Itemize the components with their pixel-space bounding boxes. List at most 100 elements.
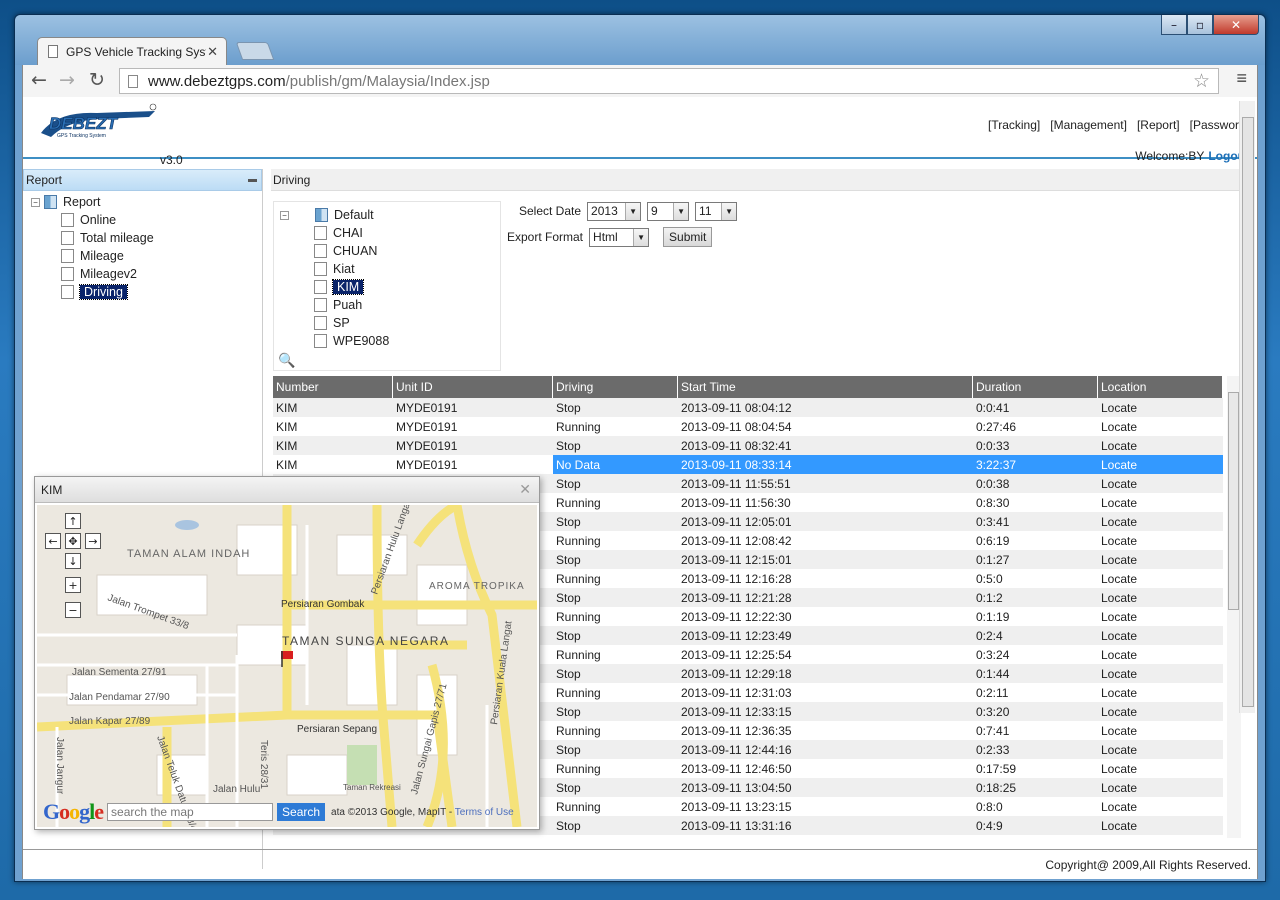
magnifier-icon[interactable]: 🔍 xyxy=(278,352,295,369)
collapse-icon[interactable] xyxy=(248,178,257,182)
reload-icon[interactable]: ↻ xyxy=(89,69,105,91)
table-row[interactable]: KIM MYDE0191 No Data 2013-09-11 08:33:14 3:2… xyxy=(273,455,1223,474)
locate-link[interactable]: Locate xyxy=(1098,607,1223,626)
locate-link[interactable]: Locate xyxy=(1098,816,1223,835)
menu-icon[interactable]: ≡ xyxy=(1236,68,1247,89)
locate-link[interactable]: Locate xyxy=(1098,512,1223,531)
map-search-button[interactable]: Search xyxy=(277,803,326,821)
locate-link[interactable]: Locate xyxy=(1098,569,1223,588)
vehicle-item[interactable]: WPE9088 xyxy=(274,332,500,350)
pan-down-icon[interactable]: ↓ xyxy=(65,553,81,569)
menu-tracking[interactable]: [Tracking] xyxy=(988,118,1040,132)
back-icon[interactable]: ← xyxy=(31,69,47,91)
locate-link[interactable]: Locate xyxy=(1098,778,1223,797)
address-bar[interactable]: www.debeztgps.com/publish/gm/Malaysia/In… xyxy=(119,68,1219,94)
menu-management[interactable]: [Management] xyxy=(1050,118,1127,132)
page-scrollbar[interactable] xyxy=(1239,101,1255,713)
locate-link[interactable]: Locate xyxy=(1098,740,1223,759)
month-select[interactable]: 9 ▼ xyxy=(647,201,690,221)
locate-link[interactable]: Locate xyxy=(1098,436,1223,455)
tree-root-report[interactable]: − Report xyxy=(31,193,262,211)
locate-link[interactable]: Locate xyxy=(1098,398,1223,417)
scroll-thumb[interactable] xyxy=(1228,392,1239,610)
table-row[interactable]: KIM MYDE0191 Stop 2013-09-11 08:04:12 0:0:41… xyxy=(273,398,1223,417)
table-cell: Running xyxy=(556,495,601,510)
terms-link[interactable]: Terms of Use xyxy=(455,807,514,818)
locate-link[interactable]: Locate xyxy=(1098,455,1223,474)
menu-report[interactable]: [Report] xyxy=(1137,118,1180,132)
table-cell: 2013-09-11 12:29:18 xyxy=(681,666,792,681)
map-view[interactable]: TAMAN ALAM INDAH Jalan Trompet 33/8 Pers… xyxy=(37,505,537,827)
pan-up-icon[interactable]: ↑ xyxy=(65,513,81,529)
scroll-thumb[interactable] xyxy=(1242,117,1254,707)
locate-link[interactable]: Locate xyxy=(1098,683,1223,702)
pan-right-icon[interactable]: → xyxy=(85,533,101,549)
col-driving[interactable]: Driving xyxy=(553,376,678,398)
pan-center-icon[interactable]: ✥ xyxy=(65,533,81,549)
sidebar-item-online[interactable]: Online xyxy=(31,211,262,229)
vehicle-item[interactable]: Puah xyxy=(274,296,500,314)
locate-link[interactable]: Locate xyxy=(1098,664,1223,683)
table-cell: Running xyxy=(556,799,601,814)
col-location[interactable]: Location xyxy=(1098,376,1223,398)
vehicle-item[interactable]: KIM xyxy=(274,278,500,296)
year-select[interactable]: 2013 ▼ xyxy=(587,201,642,221)
url-host: www.debeztgps.com xyxy=(148,72,286,90)
submit-button[interactable]: Submit xyxy=(663,227,713,247)
locate-link[interactable]: Locate xyxy=(1098,474,1223,493)
new-tab-button[interactable] xyxy=(235,42,275,60)
table-cell: MYDE0191 xyxy=(396,419,458,434)
sidebar-item-total-mileage[interactable]: Total mileage xyxy=(31,229,262,247)
sidebar-item-mileage[interactable]: Mileage xyxy=(31,247,262,265)
locate-link[interactable]: Locate xyxy=(1098,417,1223,436)
forward-icon[interactable]: → xyxy=(59,69,75,91)
browser-tab[interactable]: GPS Vehicle Tracking System ✕ xyxy=(37,37,227,65)
zoom-in-icon[interactable]: + xyxy=(65,577,81,593)
minimize-button[interactable]: – xyxy=(1161,15,1187,35)
document-icon xyxy=(61,231,74,245)
close-tab-icon[interactable]: ✕ xyxy=(207,44,218,60)
bookmark-star-icon[interactable]: ☆ xyxy=(1193,70,1210,93)
sidebar-item-driving[interactable]: Driving xyxy=(31,283,262,301)
sidebar-item-mileagev2[interactable]: Mileagev2 xyxy=(31,265,262,283)
zoom-out-icon[interactable]: − xyxy=(65,602,81,618)
locate-link[interactable]: Locate xyxy=(1098,493,1223,512)
vehicle-item[interactable]: CHUAN xyxy=(274,242,500,260)
welcome-text: Welcome:BY xyxy=(1135,149,1205,163)
close-icon[interactable]: ✕ xyxy=(519,481,531,498)
tab-title: GPS Vehicle Tracking System xyxy=(66,44,206,59)
table-cell: 0:27:46 xyxy=(976,419,1017,434)
locate-link[interactable]: Locate xyxy=(1098,645,1223,664)
maximize-button[interactable]: ▫ xyxy=(1187,15,1213,35)
table-row[interactable]: KIM MYDE0191 Stop 2013-09-11 08:32:41 0:0:33… xyxy=(273,436,1223,455)
locate-link[interactable]: Locate xyxy=(1098,531,1223,550)
map-popup: KIM ✕ TAMAN ALAM INDAH Jalan Trompet 33/… xyxy=(34,476,540,830)
locate-link[interactable]: Locate xyxy=(1098,759,1223,778)
locate-link[interactable]: Locate xyxy=(1098,588,1223,607)
pan-left-icon[interactable]: ← xyxy=(45,533,61,549)
vehicle-group-default[interactable]: − Default xyxy=(274,206,500,224)
locate-link[interactable]: Locate xyxy=(1098,550,1223,569)
locate-link[interactable]: Locate xyxy=(1098,702,1223,721)
col-start-time[interactable]: Start Time xyxy=(678,376,973,398)
table-cell: 2013-09-11 11:55:51 xyxy=(681,476,791,491)
locate-link[interactable]: Locate xyxy=(1098,721,1223,740)
close-window-button[interactable]: ✕ xyxy=(1213,15,1259,35)
map-search-input[interactable]: search the map xyxy=(107,803,274,821)
col-duration[interactable]: Duration xyxy=(973,376,1098,398)
vehicle-item[interactable]: Kiat xyxy=(274,260,500,278)
day-select[interactable]: 11 ▼ xyxy=(695,201,738,221)
collapse-node-icon[interactable]: − xyxy=(280,210,289,220)
vehicle-item[interactable]: SP xyxy=(274,314,500,332)
collapse-node-icon[interactable]: − xyxy=(31,197,40,207)
col-number[interactable]: Number xyxy=(273,376,393,398)
vehicle-item[interactable]: CHAI xyxy=(274,224,500,242)
vehicle-tree: − Default CHAI CHUAN Kiat KIM Puah SP WPE… xyxy=(273,201,501,371)
locate-link[interactable]: Locate xyxy=(1098,626,1223,645)
table-cell: KIM xyxy=(276,400,298,415)
col-unit-id[interactable]: Unit ID xyxy=(393,376,553,398)
format-select[interactable]: Html ▼ xyxy=(589,227,650,247)
table-row[interactable]: KIM MYDE0191 Running 2013-09-11 08:04:54 0:2… xyxy=(273,417,1223,436)
map-copyright: ata ©2013 Google, MapIT - Terms of Use xyxy=(331,807,514,818)
locate-link[interactable]: Locate xyxy=(1098,797,1223,816)
